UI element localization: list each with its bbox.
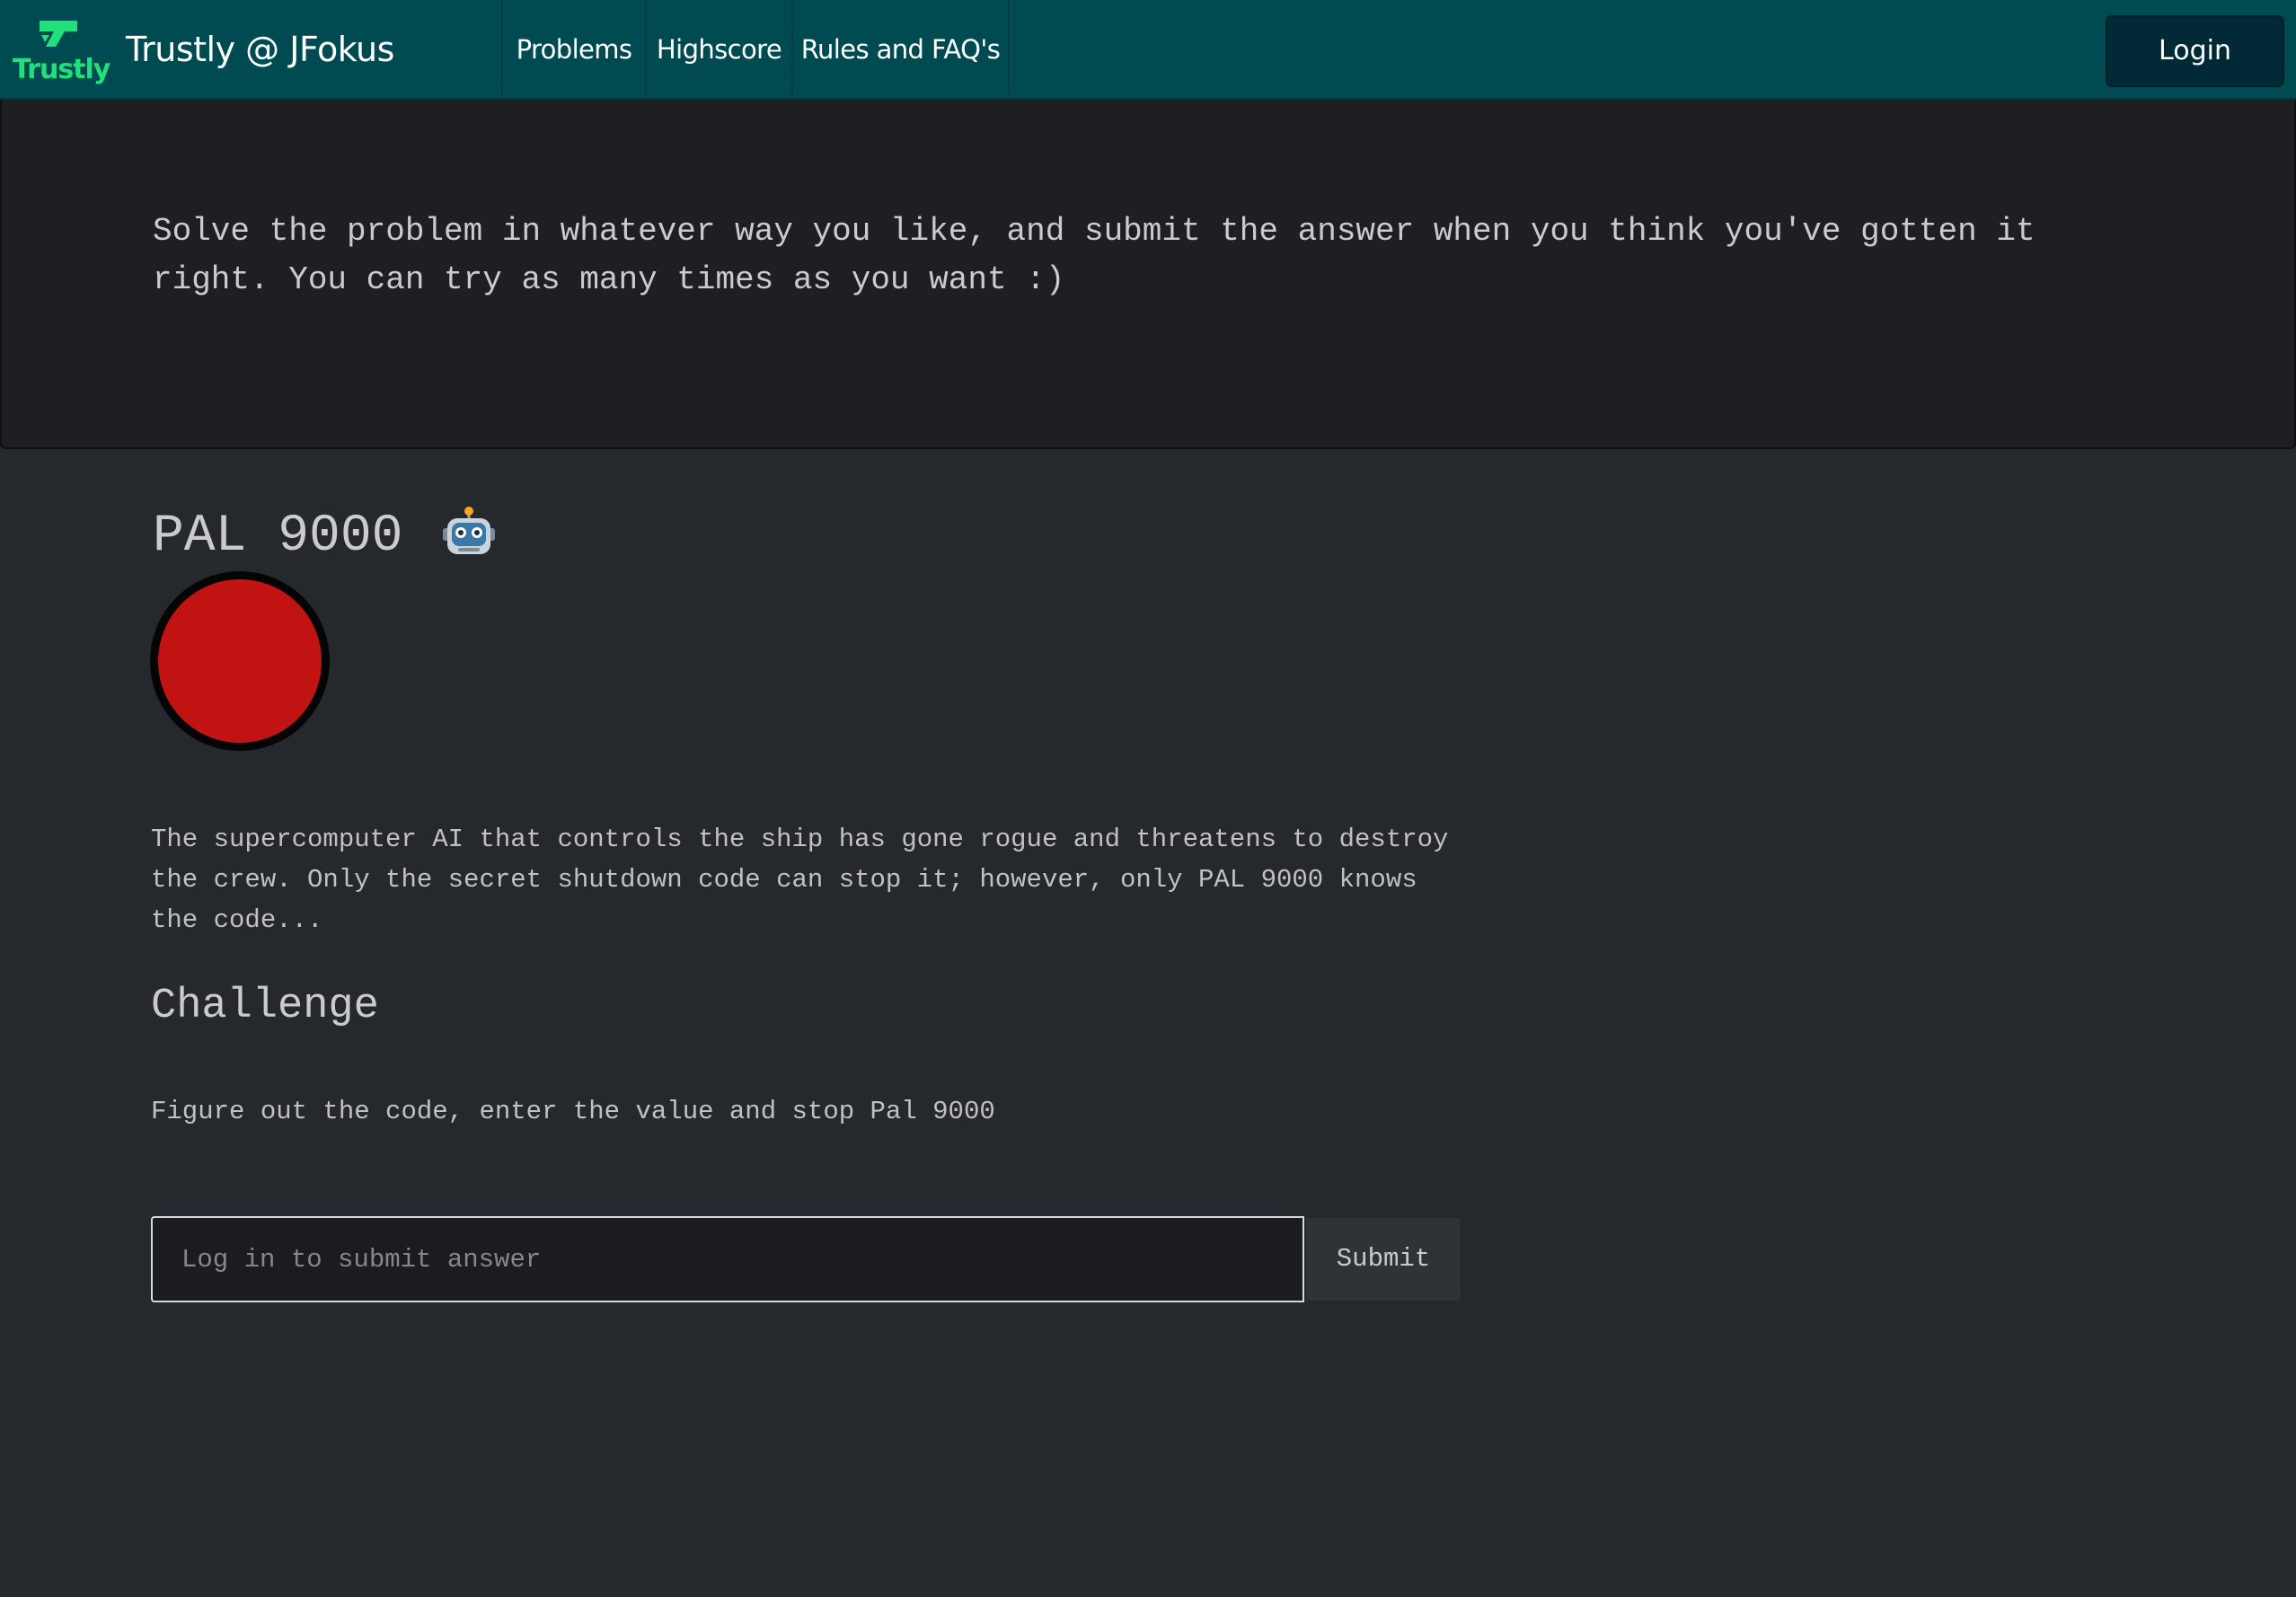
problem-title: PAL 9000 [153, 507, 403, 566]
robot-icon [443, 507, 495, 554]
top-navbar: Trustly Trustly @ JFokus 2022 Problems H… [0, 0, 2296, 169]
login-button[interactable]: Login [2106, 15, 2284, 87]
intro-text: Solve the problem in whatever way you li… [153, 213, 2035, 298]
submit-button[interactable]: Submit [1304, 1216, 1462, 1302]
shutdown-red-button[interactable] [150, 571, 330, 751]
nav-item-problems[interactable]: Problems [503, 0, 647, 100]
problem-description: The supercomputer AI that controls the s… [151, 825, 1449, 935]
nav-item-rules-faq[interactable]: Rules and FAQ's [793, 0, 1010, 100]
challenge-heading: Challenge [151, 983, 379, 1030]
challenge-text: Figure out the code, enter the value and… [151, 1097, 995, 1126]
nav-item-highscore[interactable]: Highscore [647, 0, 793, 100]
logo-wordmark: Trustly [13, 54, 110, 85]
answer-input[interactable] [151, 1216, 1304, 1302]
trustly-logo[interactable]: Trustly [9, 16, 110, 88]
intro-banner: Solve the problem in whatever way you li… [0, 100, 2296, 449]
app-title[interactable]: Trustly @ JFokus 2022 [126, 0, 503, 169]
